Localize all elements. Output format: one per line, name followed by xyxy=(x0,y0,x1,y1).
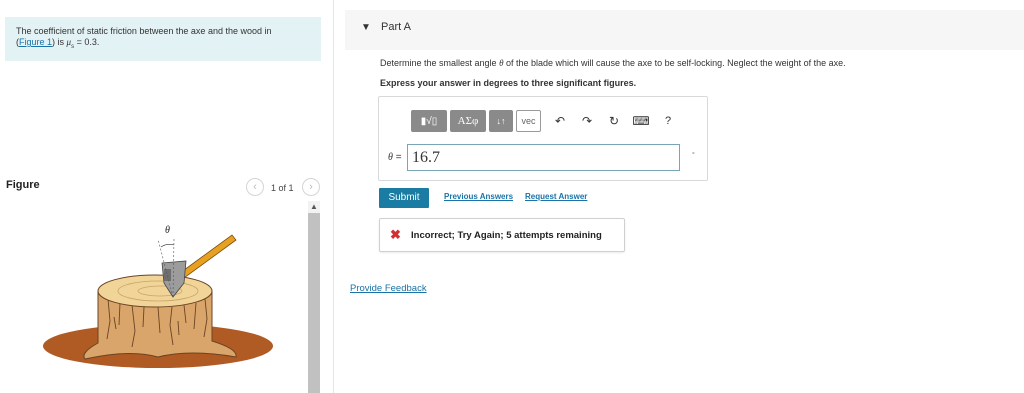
mu-value: = 0.3. xyxy=(74,37,100,47)
keyboard-icon[interactable]: ⌨ xyxy=(630,110,652,132)
axe-head-face xyxy=(164,269,171,281)
axe-handle xyxy=(179,234,237,279)
problem-statement: The coefficient of static friction betwe… xyxy=(5,17,321,61)
vector-button[interactable]: vec xyxy=(516,110,541,132)
answer-unit: ° xyxy=(692,152,695,159)
redo-icon[interactable]: ↷ xyxy=(576,110,598,132)
figure-next-button[interactable]: › xyxy=(302,178,320,196)
question-before: Determine the smallest angle xyxy=(380,58,500,68)
problem-text: The coefficient of static friction betwe… xyxy=(16,26,272,36)
figure-scrollbar-thumb[interactable] xyxy=(308,213,320,393)
figure-prev-button[interactable]: ‹ xyxy=(246,178,264,196)
answer-instruction: Express your answer in degrees to three … xyxy=(380,78,637,88)
previous-answers-link[interactable]: Previous Answers xyxy=(444,192,513,201)
math-toolbar: ▮√▯ ΑΣφ ↓↑ vec ↶ ↷ ↻ ⌨ ? xyxy=(411,110,679,132)
help-icon[interactable]: ? xyxy=(657,110,679,132)
request-answer-link[interactable]: Request Answer xyxy=(525,192,587,201)
column-divider xyxy=(333,0,334,393)
theta-label: θ xyxy=(165,225,170,236)
answer-equals: = xyxy=(392,152,402,163)
templates-button[interactable]: ▮√▯ xyxy=(411,110,447,132)
figure-title: Figure xyxy=(6,179,40,191)
part-title: Part A xyxy=(381,21,411,33)
answer-box: ▮√▯ ΑΣφ ↓↑ vec ↶ ↷ ↻ ⌨ ? θ = 16.7 ° xyxy=(378,96,708,181)
angle-arc xyxy=(160,244,175,248)
part-header[interactable]: ▼ Part A xyxy=(345,10,1024,50)
incorrect-x-icon: ✖ xyxy=(390,227,401,242)
answer-input[interactable]: 16.7 xyxy=(407,144,680,171)
submit-button[interactable]: Submit xyxy=(379,188,429,208)
provide-feedback-link[interactable]: Provide Feedback xyxy=(350,283,427,294)
figure-count: 1 of 1 xyxy=(271,183,294,193)
greek-symbols-button[interactable]: ΑΣφ xyxy=(450,110,486,132)
collapse-caret-icon[interactable]: ▼ xyxy=(361,22,371,33)
question-after: of the blade which will cause the axe to… xyxy=(503,58,846,68)
reset-icon[interactable]: ↻ xyxy=(603,110,625,132)
scroll-up-icon[interactable]: ▲ xyxy=(308,201,320,213)
feedback-text: Incorrect; Try Again; 5 attempts remaini… xyxy=(411,230,602,241)
axe-stump-figure: θ xyxy=(43,225,273,368)
sort-arrows-button[interactable]: ↓↑ xyxy=(489,110,513,132)
question-text: Determine the smallest angle θ of the bl… xyxy=(380,58,846,68)
answer-variable-label: θ = xyxy=(388,152,402,163)
figure-link[interactable]: Figure 1 xyxy=(19,37,52,47)
undo-icon[interactable]: ↶ xyxy=(549,110,571,132)
problem-text-mid: ) is xyxy=(52,37,67,47)
stump-top xyxy=(97,274,213,308)
feedback-message: ✖ Incorrect; Try Again; 5 attempts remai… xyxy=(379,218,625,252)
